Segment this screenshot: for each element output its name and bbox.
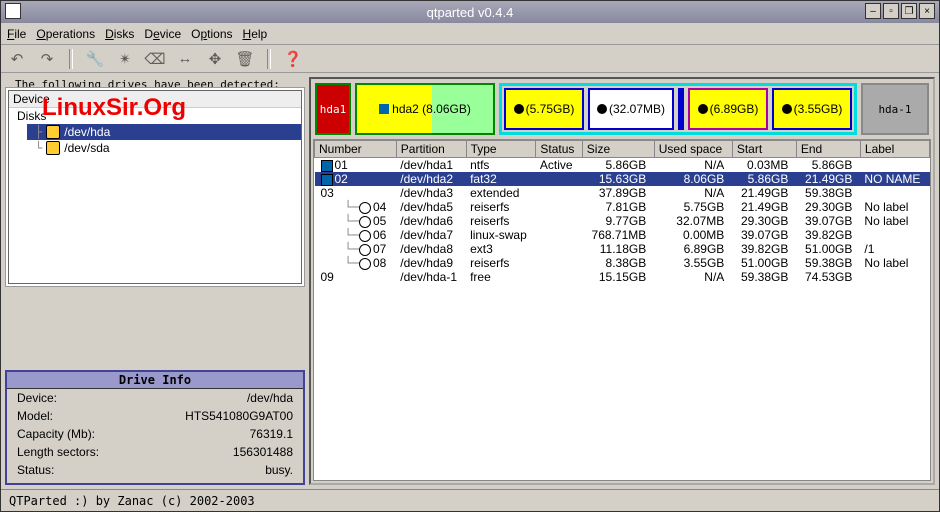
col-label[interactable]: Label [860,141,929,158]
drive-info-box: Drive Info Device:/dev/hda Model:HTS5410… [5,370,305,485]
menu-operations[interactable]: Operations [36,27,95,41]
table-row[interactable]: └─08/dev/hda9reiserfs8.38GB3.55GB51.00GB… [315,256,930,270]
disk-icon [46,141,60,155]
pbox-hda9[interactable]: (3.55GB) [772,88,852,130]
restore-button[interactable]: ❐ [901,3,917,19]
tree-item-hda[interactable]: ├/dev/hda [27,124,301,140]
tree-root[interactable]: Disks [9,108,301,124]
win-icon [379,104,389,114]
info-status: Status:busy. [7,461,303,479]
menubar: File Operations Disks Device Options Hel… [1,23,939,45]
maximize-button[interactable]: ▫ [883,3,899,19]
disk-icon [46,125,60,139]
window-controls: – ▫ ❐ × [865,3,935,19]
col-partition[interactable]: Partition [396,141,466,158]
col-status[interactable]: Status [536,141,582,158]
pbox-swap[interactable] [678,88,684,130]
extended-group: (5.75GB) (32.07MB) (6.89GB) (3.55GB) [499,83,857,135]
right-pane: hda1 hda2 (8.06GB) (5.75GB) (32.07MB) (6… [309,77,935,485]
titlebar[interactable]: qtparted v0.4.4 – ▫ ❐ × [1,1,939,23]
menu-disks[interactable]: Disks [105,27,134,41]
redo-icon[interactable]: ↷ [37,49,57,69]
tux-icon [359,216,371,228]
col-end[interactable]: End [796,141,860,158]
tux-icon [359,258,371,270]
move-icon[interactable]: ✥ [205,49,225,69]
window-title: qtparted v0.4.4 [427,5,514,20]
partition-table[interactable]: NumberPartitionTypeStatusSizeUsed spaceS… [313,139,931,481]
col-number[interactable]: Number [315,141,397,158]
wrench-icon[interactable]: 🔧 [85,49,105,69]
col-size[interactable]: Size [582,141,654,158]
app-window: qtparted v0.4.4 – ▫ ❐ × File Operations … [0,0,940,512]
close-button[interactable]: × [919,3,935,19]
pbox-hda8[interactable]: (6.89GB) [688,88,768,130]
erase-icon[interactable]: ⌫ [145,49,165,69]
statusbar: QTParted :) by Zanac (c) 2002-2003 [1,489,939,511]
info-capacity: Capacity (Mb):76319.1 [7,425,303,443]
table-row[interactable]: 09/dev/hda-1free15.15GBN/A59.38GB74.53GB [315,270,930,284]
delete-icon[interactable]: 🗑 [235,49,255,69]
pbox-hda5[interactable]: (5.75GB) [504,88,584,130]
resize-icon[interactable]: ↔ [175,49,195,69]
separator [69,49,73,69]
tux-icon [514,104,524,114]
format-icon[interactable]: ✴ [115,49,135,69]
toolbar: ↶ ↷ 🔧 ✴ ⌫ ↔ ✥ 🗑 ❓ [1,45,939,73]
info-model: Model:HTS541080G9AT00 [7,407,303,425]
table-row[interactable]: └─06/dev/hda7linux-swap768.71MB0.00MB39.… [315,228,930,242]
drive-info-title: Drive Info [7,372,303,389]
tux-icon [359,202,371,214]
left-pane: The following drives have been detected:… [5,77,305,485]
table-row[interactable]: └─07/dev/hda8ext311.18GB6.89GB39.82GB51.… [315,242,930,256]
pbox-hda2[interactable]: hda2 (8.06GB) [355,83,495,135]
tux-icon [698,104,708,114]
table-row[interactable]: └─05/dev/hda6reiserfs9.77GB32.07MB29.30G… [315,214,930,228]
menu-options[interactable]: Options [191,27,232,41]
info-sectors: Length sectors:156301488 [7,443,303,461]
partition-bar: hda1 hda2 (8.06GB) (5.75GB) (32.07MB) (6… [311,79,933,139]
drives-tree[interactable]: Device Disks ├/dev/hda └/dev/sda [8,90,302,284]
app-icon [5,3,21,19]
table-row[interactable]: └─04/dev/hda5reiserfs7.81GB5.75GB21.49GB… [315,200,930,214]
tree-item-sda[interactable]: └/dev/sda [27,140,301,156]
separator [267,49,271,69]
menu-device[interactable]: Device [144,27,181,41]
drives-header[interactable]: Device [9,91,301,108]
pbox-free[interactable]: hda-1 [861,83,929,135]
tux-icon [359,244,371,256]
tux-icon [359,230,371,242]
tux-icon [782,104,792,114]
info-device: Device:/dev/hda [7,389,303,407]
table-row[interactable]: 01/dev/hda1ntfsActive5.86GBN/A0.03MB5.86… [315,158,930,173]
table-row[interactable]: 02/dev/hda2fat3215.63GB8.06GB5.86GB21.49… [315,172,930,186]
content: The following drives have been detected:… [1,73,939,489]
win-icon [321,174,333,186]
drives-box: LinuxSir.Org Device Disks ├/dev/hda └/de… [5,87,305,287]
pbox-hda6[interactable]: (32.07MB) [588,88,674,130]
pbox-hda1[interactable]: hda1 [315,83,351,135]
menu-file[interactable]: File [7,27,26,41]
col-used-space[interactable]: Used space [654,141,732,158]
undo-icon[interactable]: ↶ [7,49,27,69]
col-type[interactable]: Type [466,141,536,158]
help-icon[interactable]: ❓ [283,49,303,69]
tux-icon [597,104,607,114]
table-row[interactable]: 03/dev/hda3extended37.89GBN/A21.49GB59.3… [315,186,930,200]
win-icon [321,160,333,172]
col-start[interactable]: Start [732,141,796,158]
menu-help[interactable]: Help [243,27,268,41]
minimize-button[interactable]: – [865,3,881,19]
